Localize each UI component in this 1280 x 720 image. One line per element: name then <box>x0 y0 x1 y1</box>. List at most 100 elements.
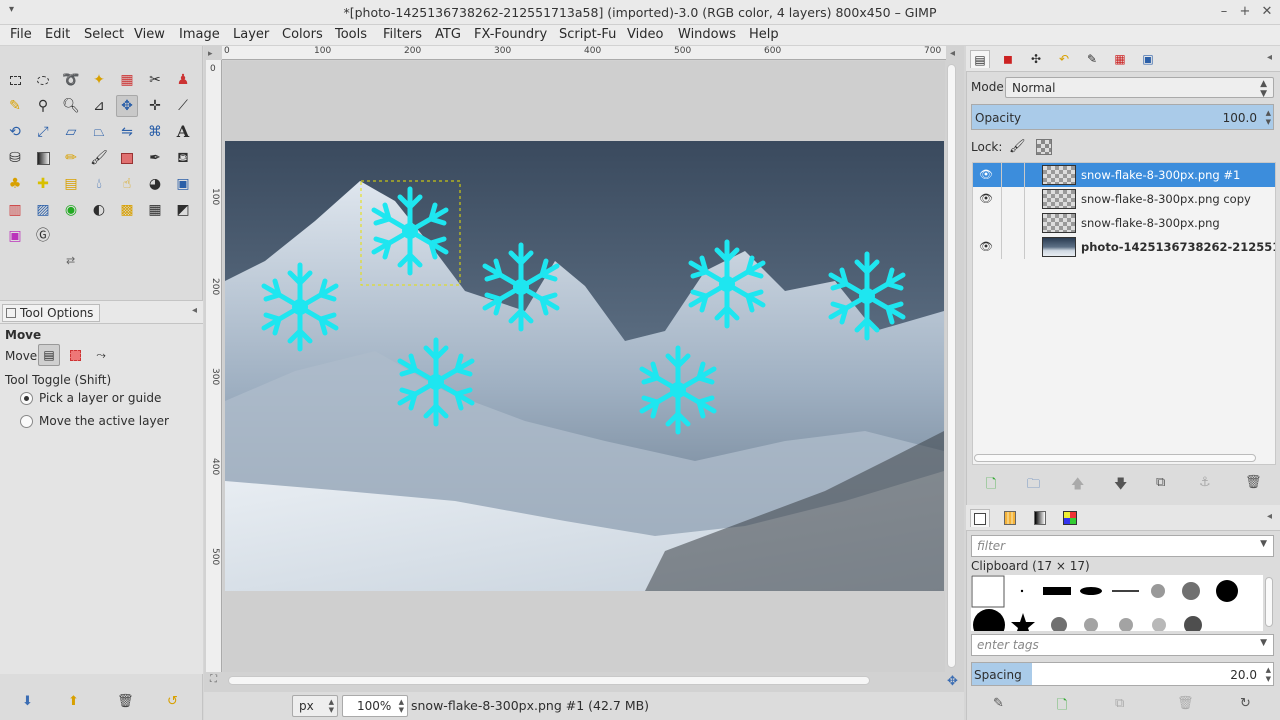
image-canvas[interactable] <box>225 141 944 591</box>
perspective-icon[interactable]: ⏢ <box>88 121 110 143</box>
brush-pixel[interactable] <box>1020 589 1024 593</box>
menu-windows[interactable]: Windows <box>678 27 736 42</box>
clone-icon[interactable]: ♣ <box>4 173 26 195</box>
rotate-icon[interactable]: ⟲ <box>4 121 26 143</box>
brush-clipboard[interactable] <box>971 575 1005 608</box>
spacing-slider[interactable]: Spacing 20.0 ▲ ▼ <box>971 662 1274 686</box>
brush-filter-field[interactable]: filter ▼ <box>971 535 1274 557</box>
align-icon[interactable]: ✛ <box>144 95 166 117</box>
chain-toggle[interactable] <box>1001 163 1025 187</box>
shear-icon[interactable]: ▱ <box>60 121 82 143</box>
rect-select-icon[interactable] <box>4 69 26 91</box>
vertical-scrollbar[interactable] <box>947 64 956 668</box>
close-icon[interactable]: ✕ <box>1258 3 1276 21</box>
delete-brush-icon[interactable]: 🗑︎ <box>1177 696 1194 711</box>
chain-toggle[interactable] <box>1001 187 1025 211</box>
tab-menu-icon[interactable]: ◂ <box>192 305 197 316</box>
layer-row[interactable]: 👁︎ snow-flake-8-300px.png #1 <box>973 163 1275 187</box>
menu-fx-foundry[interactable]: FX-Foundry <box>474 27 547 42</box>
scale-icon[interactable]: ⤢ <box>32 121 54 143</box>
delete-layer-icon[interactable]: 🗑︎ <box>1245 475 1262 490</box>
menu-filters[interactable]: Filters <box>383 27 422 42</box>
new-layer-icon[interactable]: 🗋︎ <box>986 475 996 497</box>
save-options-icon[interactable]: ⬇ <box>22 694 33 709</box>
menu-help[interactable]: Help <box>749 27 779 42</box>
levels-icon[interactable]: ▨ <box>32 199 54 221</box>
chain-toggle[interactable] <box>1001 235 1025 259</box>
menu-script-fu[interactable]: Script-Fu <box>559 27 616 42</box>
menu-select[interactable]: Select <box>84 27 124 42</box>
color-balance-icon[interactable]: ▥ <box>4 199 26 221</box>
paths-icon[interactable]: ✎ <box>4 95 26 117</box>
desaturate-icon[interactable]: ▣ <box>172 173 194 195</box>
layer-name[interactable]: snow-flake-8-300px.png copy <box>1081 192 1275 206</box>
tags-field[interactable]: enter tags ▼ <box>971 634 1274 656</box>
horizontal-scrollbar[interactable] <box>228 676 870 685</box>
tab-layers[interactable]: ▤ <box>970 50 990 68</box>
colorize-icon[interactable]: ▩ <box>116 199 138 221</box>
menu-image[interactable]: Image <box>179 27 220 42</box>
brush-splatter[interactable] <box>1152 618 1166 631</box>
airbrush-icon[interactable]: ✒ <box>144 147 166 169</box>
tab-channels[interactable]: ◼ <box>998 50 1018 68</box>
layer-name[interactable]: snow-flake-8-300px.png #1 <box>1081 168 1275 182</box>
menu-layer[interactable]: Layer <box>233 27 269 42</box>
unit-selector[interactable]: px ▲ ▼ <box>292 695 338 717</box>
visibility-eye-icon[interactable]: 👁︎ <box>979 192 993 206</box>
move-tool-icon[interactable]: ✥ <box>116 95 138 117</box>
g-icon[interactable]: Ⓖ <box>32 225 54 247</box>
crop-icon[interactable]: ⟋ <box>172 95 194 117</box>
menu-colors[interactable]: Colors <box>282 27 323 42</box>
brush-scrollbar[interactable] <box>1265 577 1273 627</box>
layer-row[interactable]: snow-flake-8-300px.png <box>973 211 1275 235</box>
color-picker-icon[interactable]: ⚲ <box>32 95 54 117</box>
move-path-mode-icon[interactable]: ⤳ <box>90 344 112 366</box>
brush-star[interactable] <box>1011 613 1035 631</box>
brush-splatter[interactable] <box>1119 618 1133 631</box>
lock-pixels-icon[interactable]: 🖌︎ <box>1009 139 1026 154</box>
curves-icon[interactable]: ▦ <box>144 199 166 221</box>
lower-layer-icon[interactable]: 🡇 <box>1114 475 1127 497</box>
horizontal-ruler[interactable]: 0 100 200 300 400 500 600 700 <box>222 46 946 60</box>
tab-histogram[interactable]: ▣ <box>1138 50 1158 68</box>
zoom-icon[interactable]: 🔍︎ <box>60 95 82 117</box>
brush-splatter[interactable] <box>1084 618 1098 631</box>
tab-palettes[interactable] <box>1060 509 1080 527</box>
paintbrush-icon[interactable]: 🖌︎ <box>88 147 110 169</box>
move-layer-mode-icon[interactable]: ▤ <box>38 344 60 366</box>
minimize-icon[interactable]: – <box>1215 3 1233 21</box>
chevron-down-icon[interactable]: ▼ <box>1260 539 1267 549</box>
brush-fuzzy-medium[interactable] <box>1182 582 1200 600</box>
maximize-icon[interactable]: + <box>1236 3 1254 21</box>
menu-atg[interactable]: ATG <box>435 27 461 42</box>
menu-tools[interactable]: Tools <box>335 27 367 42</box>
foreground-select-icon[interactable]: ♟ <box>172 69 194 91</box>
move-selection-mode-icon[interactable] <box>64 344 86 366</box>
visibility-eye-icon[interactable] <box>979 216 993 230</box>
brush-block[interactable] <box>1043 587 1071 595</box>
threshold-icon[interactable]: ◩ <box>172 199 194 221</box>
menu-view[interactable]: View <box>134 27 165 42</box>
layer-row[interactable]: 👁︎ snow-flake-8-300px.png copy <box>973 187 1275 211</box>
menu-file[interactable]: File <box>10 27 32 42</box>
edit-brush-icon[interactable]: ✎ <box>993 696 1004 711</box>
anchor-layer-icon[interactable]: ⚓︎ <box>1199 475 1211 490</box>
hue-saturation-icon[interactable]: ◉ <box>60 199 82 221</box>
blur-icon[interactable]: 💧︎ <box>88 173 110 195</box>
image-menu-icon[interactable]: ▸ <box>208 49 213 59</box>
duplicate-layer-icon[interactable]: ⧉ <box>1156 475 1165 490</box>
new-layer-group-icon[interactable]: 🗀︎ <box>1027 475 1040 497</box>
color-select-icon[interactable]: ▦ <box>116 69 138 91</box>
tab-brushes-small[interactable]: ✎ <box>1082 50 1102 68</box>
eraser-icon[interactable] <box>116 147 138 169</box>
menu-video[interactable]: Video <box>627 27 663 42</box>
chain-toggle[interactable] <box>1001 211 1025 235</box>
zoom-selector[interactable]: 100% ▲ ▼ <box>342 695 408 717</box>
restore-options-icon[interactable]: ⬆ <box>68 694 79 709</box>
delete-options-icon[interactable]: 🗑︎ <box>117 694 134 709</box>
tab-patterns[interactable] <box>1000 509 1020 527</box>
scissors-icon[interactable]: ✂ <box>144 69 166 91</box>
refresh-brushes-icon[interactable]: ↻ <box>1240 696 1251 711</box>
lasso-icon[interactable]: ➰ <box>60 69 82 91</box>
brush-ellipse[interactable] <box>1080 587 1102 595</box>
